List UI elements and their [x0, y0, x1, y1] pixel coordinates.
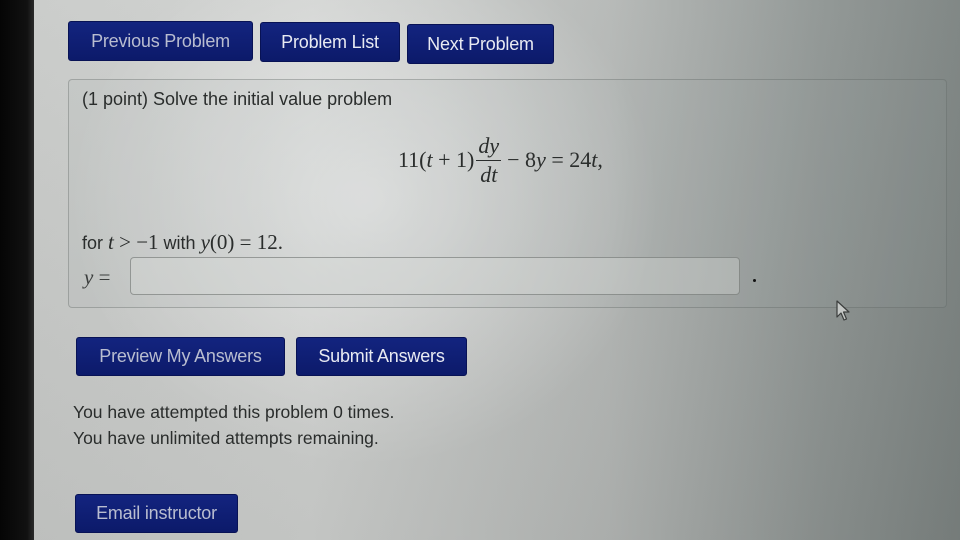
mouse-pointer-icon: [836, 300, 850, 321]
condition-y: y: [200, 230, 210, 254]
condition-for: for: [82, 233, 109, 253]
next-problem-button[interactable]: Next Problem: [407, 24, 554, 64]
condition-with: with: [158, 233, 201, 253]
problem-list-button[interactable]: Problem List: [260, 22, 400, 62]
submit-answers-button[interactable]: Submit Answers: [296, 337, 467, 376]
eq-minus-term: − 8: [507, 147, 537, 172]
fraction-denominator: dt: [480, 161, 498, 187]
eq-coefficient: 11(: [398, 147, 427, 172]
eq-rhs: = 24: [545, 147, 592, 172]
attempts-info: You have attempted this problem 0 times.…: [73, 399, 394, 451]
condition-initial-value: (0) = 12.: [209, 230, 283, 254]
monitor-bezel: [0, 0, 34, 540]
problem-prompt: (1 point) Solve the initial value proble…: [82, 89, 393, 109]
fraction-numerator: dy: [476, 134, 502, 161]
answer-trailing-period: [753, 279, 756, 282]
initial-condition: for t > −1 with y(0) = 12.: [82, 230, 283, 255]
eq-plus-one: + 1): [432, 147, 475, 172]
answer-label-eq: =: [93, 265, 111, 289]
eq-var-y: y: [536, 147, 546, 172]
attempts-remaining-text: You have unlimited attempts remaining.: [73, 428, 379, 448]
eq-trailing: ,: [597, 147, 603, 172]
email-instructor-button[interactable]: Email instructor: [75, 494, 238, 533]
differential-equation: 11(t + 1) dy dt − 8y = 24 t,: [398, 132, 603, 188]
derivative-fraction: dy dt: [476, 134, 502, 187]
answer-label: y =: [84, 265, 110, 290]
condition-inequality: > −1: [113, 230, 159, 254]
preview-answers-button[interactable]: Preview My Answers: [76, 337, 285, 376]
attempted-count-text: You have attempted this problem 0 times.: [73, 402, 395, 422]
answer-input[interactable]: [130, 257, 740, 295]
previous-problem-button[interactable]: Previous Problem: [68, 21, 253, 61]
answer-label-var: y: [84, 265, 94, 289]
